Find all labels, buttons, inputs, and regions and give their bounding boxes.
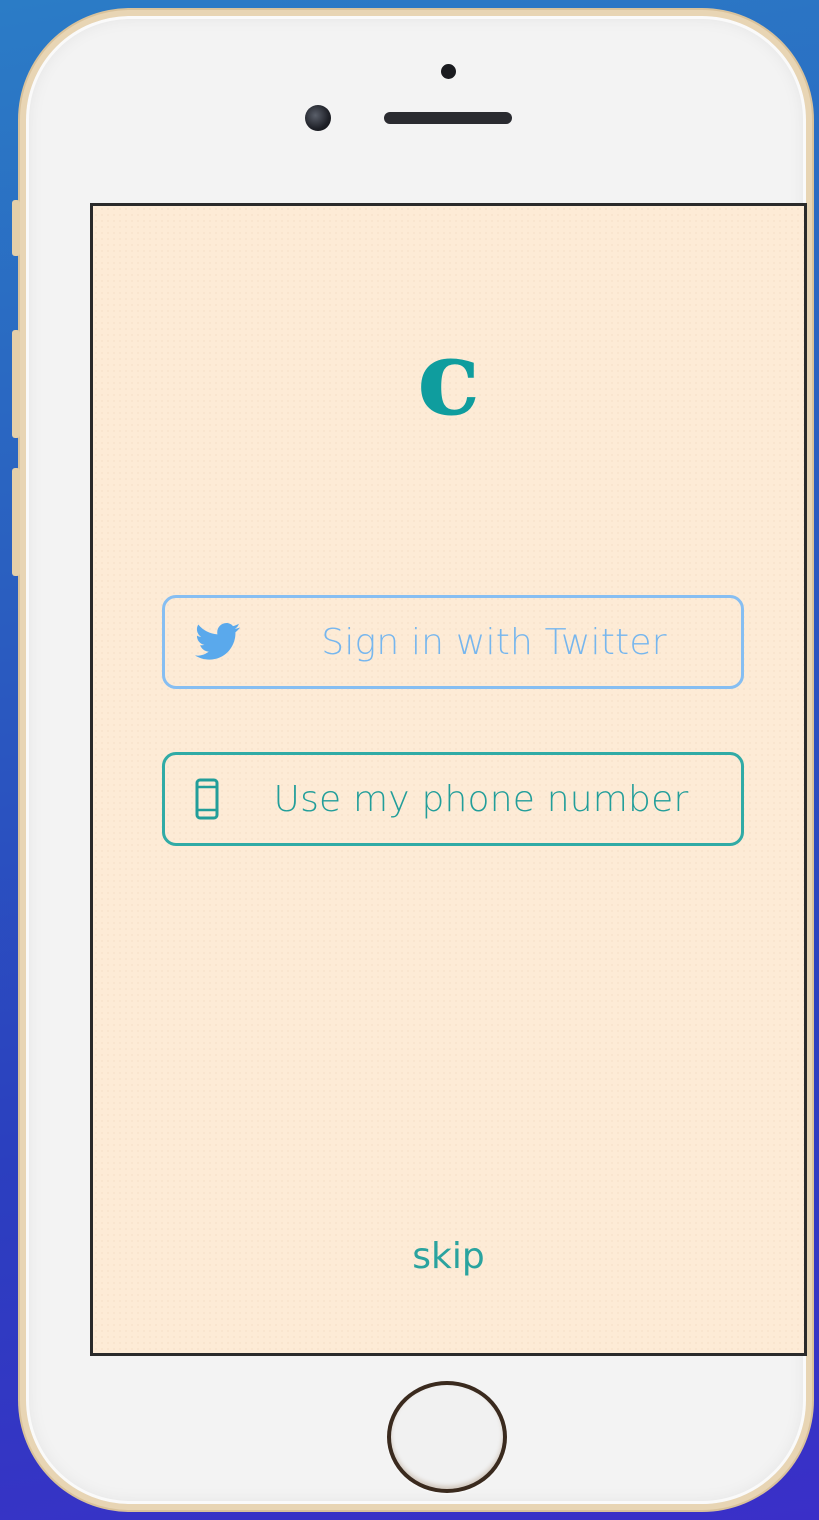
phone-button-label: Use my phone number [273,778,689,820]
mute-switch [12,200,20,256]
app-screen: c Sign in with Twitter Use my phone numb… [90,203,807,1356]
use-phone-number-button[interactable]: Use my phone number [162,752,744,846]
earpiece-speaker [384,112,512,124]
front-camera [305,105,331,131]
app-logo: c [416,316,481,439]
skip-link[interactable]: skip [93,1236,804,1277]
volume-down-button [12,468,20,576]
twitter-button-label: Sign in with Twitter [321,621,667,663]
volume-up-button [12,330,20,438]
phone-frame: c Sign in with Twitter Use my phone numb… [20,10,812,1510]
sign-in-with-twitter-button[interactable]: Sign in with Twitter [162,595,744,689]
proximity-sensor [441,64,456,79]
home-button[interactable] [387,1381,507,1493]
